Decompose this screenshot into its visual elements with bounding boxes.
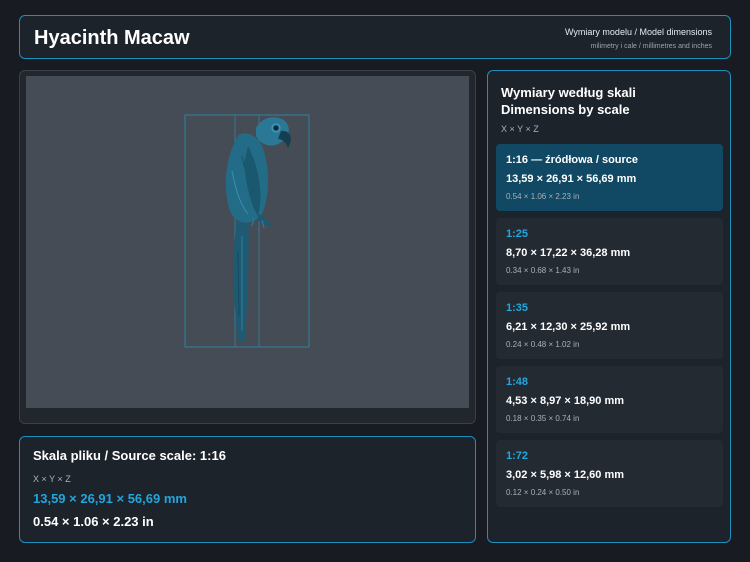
model-viewport[interactable]	[26, 76, 469, 408]
scale-ratio: 1:72	[506, 450, 529, 462]
macaw-model-icon	[184, 114, 310, 348]
model-viewer-panel	[19, 70, 476, 424]
header-panel: Hyacinth Macaw Wymiary modelu / Model di…	[19, 15, 731, 59]
scale-card-1-48[interactable]: 1:48 4,53 × 8,97 × 18,90 mm 0.18 × 0.35 …	[496, 366, 723, 433]
source-dimensions-inches: 0.54 × 1.06 × 2.23 in	[33, 514, 154, 529]
scale-card-1-35[interactable]: 1:35 6,21 × 12,30 × 25,92 mm 0.24 × 0.48…	[496, 292, 723, 359]
macaw-silhouette	[225, 117, 291, 343]
scale-dimensions-inches: 0.18 × 0.35 × 0.74 in	[506, 414, 580, 423]
scale-dimensions-mm: 3,02 × 5,98 × 12,60 mm	[506, 469, 625, 481]
scale-dimensions-mm: 8,70 × 17,22 × 36,28 mm	[506, 247, 631, 259]
scale-dimensions-mm: 13,59 × 26,91 × 56,69 mm	[506, 173, 637, 185]
source-scale-panel: Skala pliku / Source scale: 1:16 X × Y ×…	[19, 436, 476, 543]
scale-ratio: 1:25	[506, 228, 529, 240]
scale-ratio: 1:35	[506, 302, 529, 314]
scales-title-en: Dimensions by scale	[501, 102, 630, 117]
scale-dimensions-inches: 0.12 × 0.24 × 0.50 in	[506, 488, 580, 497]
scale-dimensions-inches: 0.54 × 1.06 × 2.23 in	[506, 192, 580, 201]
scales-title-pl: Wymiary według skali	[501, 85, 636, 100]
scale-dimensions-mm: 4,53 × 8,97 × 18,90 mm	[506, 395, 625, 407]
scale-dimensions-inches: 0.24 × 0.48 × 1.02 in	[506, 340, 580, 349]
scale-dimensions-mm: 6,21 × 12,30 × 25,92 mm	[506, 321, 631, 333]
page-title: Hyacinth Macaw	[34, 27, 190, 49]
scale-card-1-25[interactable]: 1:25 8,70 × 17,22 × 36,28 mm 0.34 × 0.68…	[496, 218, 723, 285]
header-subtitle: Wymiary modelu / Model dimensions	[565, 27, 712, 37]
scales-title: Wymiary według skali Dimensions by scale	[501, 84, 636, 118]
scale-card-1-72[interactable]: 1:72 3,02 × 5,98 × 12,60 mm 0.12 × 0.24 …	[496, 440, 723, 507]
scales-axes-label: X × Y × Z	[501, 124, 539, 134]
scale-card-1-16[interactable]: 1:16 — źródłowa / source 13,59 × 26,91 ×…	[496, 144, 723, 211]
scale-dimensions-inches: 0.34 × 0.68 × 1.43 in	[506, 266, 580, 275]
header-units-note: milimetry i cale / millimetres and inche…	[590, 43, 712, 50]
source-axes-label: X × Y × Z	[33, 474, 71, 484]
source-dimensions-mm: 13,59 × 26,91 × 56,69 mm	[33, 491, 187, 506]
source-scale-title: Skala pliku / Source scale: 1:16	[33, 448, 226, 463]
scales-panel: Wymiary według skali Dimensions by scale…	[487, 70, 731, 543]
scale-ratio: 1:16 — źródłowa / source	[506, 154, 639, 166]
scale-ratio: 1:48	[506, 376, 529, 388]
